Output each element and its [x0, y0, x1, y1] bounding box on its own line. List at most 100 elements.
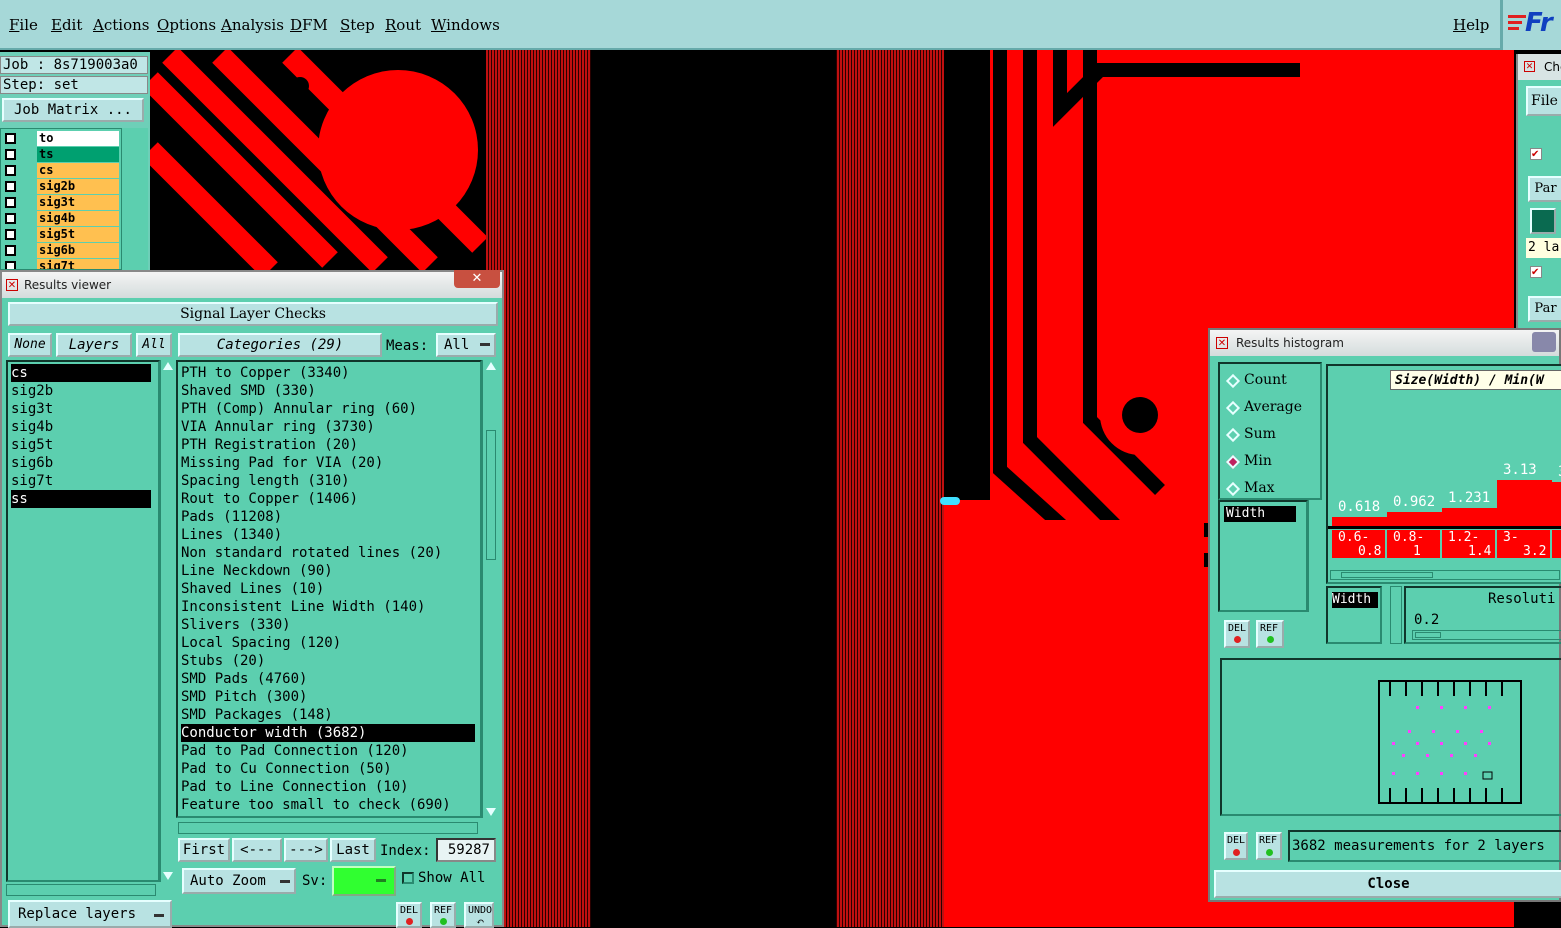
resolution-slider[interactable] [1412, 630, 1561, 640]
category-item[interactable]: SMD Pads (4760) [181, 670, 475, 688]
layer-name[interactable]: sig5t [37, 227, 119, 242]
hist-del-button-2[interactable]: DEL [1224, 832, 1248, 860]
undo-button[interactable]: UNDO ↶ [464, 902, 494, 928]
layer-list-item[interactable]: sig6b [11, 454, 151, 472]
category-item[interactable]: Shaved Lines (10) [181, 580, 475, 598]
layer-checkbox[interactable] [5, 261, 16, 269]
layer-row[interactable]: ts [3, 147, 121, 162]
categories-button[interactable]: Categories (29) [178, 333, 382, 357]
scroll-up-icon[interactable] [163, 362, 173, 370]
close-button[interactable]: Close [1214, 870, 1561, 898]
layer-listbox[interactable]: cs sig2b sig3t sig4b sig5t sig6b sig7t ss [6, 360, 160, 882]
width-scrollbar[interactable] [1390, 586, 1402, 644]
layer-checkbox[interactable] [5, 149, 16, 160]
layer-row[interactable]: sig5t [3, 227, 121, 242]
category-item[interactable]: Feature too small to check (690) [181, 796, 475, 814]
run-icon[interactable] [1530, 208, 1556, 234]
layer-name[interactable]: ts [37, 147, 119, 162]
category-item[interactable]: PTH (Comp) Annular ring (60) [181, 400, 475, 418]
menu-step[interactable]: Step [340, 16, 375, 34]
category-item[interactable]: Pad to Line Connection (10) [181, 778, 475, 796]
index-input[interactable]: 59287 [436, 838, 496, 862]
layer-name[interactable]: sig7t [37, 259, 119, 269]
layer-checkbox[interactable] [5, 181, 16, 192]
layer-list-item[interactable]: sig3t [11, 400, 151, 418]
sv-color-dropdown[interactable] [332, 866, 396, 896]
category-item[interactable]: Pad to Pad Connection (120) [181, 742, 475, 760]
hist-del-button[interactable]: DEL [1224, 620, 1250, 648]
category-item[interactable]: Pad to Cu Connection (50) [181, 760, 475, 778]
first-button[interactable]: First [178, 838, 230, 862]
layer-list-item[interactable]: sig5t [11, 436, 151, 454]
categories-hscroll[interactable] [178, 822, 478, 834]
mode-radio-sum[interactable] [1225, 427, 1241, 443]
meas-dropdown[interactable]: All [436, 333, 496, 357]
scroll-down-icon[interactable] [486, 808, 496, 816]
layer-name[interactable]: to [37, 131, 119, 146]
job-matrix-button[interactable]: Job Matrix ... [2, 98, 144, 122]
layer-list-item[interactable]: sig2b [11, 382, 151, 400]
layer-listbox-hscroll[interactable] [6, 884, 156, 896]
close-icon[interactable]: ✕ [454, 270, 500, 288]
layer-row[interactable]: sig3t [3, 195, 121, 210]
layer-checkbox[interactable] [5, 165, 16, 176]
histogram-bar[interactable] [1442, 507, 1497, 526]
last-button[interactable]: Last [330, 838, 376, 862]
layer-checkbox[interactable] [5, 245, 16, 256]
preview-area[interactable] [1220, 658, 1561, 816]
mode-radio-min[interactable] [1225, 454, 1241, 470]
check-icon[interactable]: ✔ [1530, 266, 1542, 278]
category-item[interactable]: Spacing length (310) [181, 472, 475, 490]
category-item[interactable]: VIA Annular ring (3730) [181, 418, 475, 436]
category-item[interactable]: Conductor width (3682) [181, 724, 475, 742]
layer-name[interactable]: sig6b [37, 243, 119, 258]
layer-row[interactable]: sig7t [3, 259, 121, 269]
layer-row[interactable]: sig6b [3, 243, 121, 258]
par-button-2[interactable]: Par [1528, 296, 1561, 322]
categories-scrollbar[interactable] [482, 360, 498, 818]
signal-layer-checks-header[interactable]: Signal Layer Checks [8, 302, 498, 326]
next-button[interactable]: ---> [284, 838, 328, 862]
show-all-checkbox[interactable] [402, 872, 414, 884]
mode-radio-count[interactable] [1225, 373, 1241, 389]
layer-checkbox[interactable] [5, 197, 16, 208]
mode-radio-max[interactable] [1225, 481, 1241, 497]
all-button[interactable]: All [136, 333, 172, 357]
none-button[interactable]: None [8, 333, 52, 357]
window-button-icon[interactable] [1532, 332, 1556, 352]
menu-rout[interactable]: Rout [385, 16, 421, 34]
layer-checkbox[interactable] [5, 213, 16, 224]
category-item[interactable]: Lines (1340) [181, 526, 475, 544]
layer-list-item[interactable]: sig4b [11, 418, 151, 436]
replace-layers-dropdown[interactable]: Replace layers [8, 900, 172, 928]
auto-zoom-dropdown[interactable]: Auto Zoom [182, 868, 296, 894]
histogram-bar[interactable] [1552, 481, 1561, 526]
layer-list-item[interactable]: sig7t [11, 472, 151, 490]
layer-row[interactable]: cs [3, 163, 121, 178]
layer-list-item[interactable]: ss [11, 490, 151, 508]
category-item[interactable]: SMD Pitch (300) [181, 688, 475, 706]
layer-name[interactable]: sig2b [37, 179, 119, 194]
menu-dfm[interactable]: DFM [290, 16, 328, 34]
width-listbox[interactable]: Width [1326, 586, 1382, 644]
chart-hscroll-thumb[interactable] [1341, 572, 1433, 578]
par-button-1[interactable]: Par [1528, 176, 1561, 202]
field-listbox[interactable]: Width [1218, 500, 1308, 612]
histogram-bar[interactable] [1332, 516, 1387, 526]
histogram-bar[interactable] [1387, 511, 1442, 526]
ref-button[interactable]: REF [430, 902, 456, 928]
results-viewer-titlebar[interactable]: ✕ Results viewer ✕ [2, 270, 502, 298]
layer-name[interactable]: cs [37, 163, 119, 178]
checklist-titlebar[interactable]: ✕ Che [1518, 54, 1561, 80]
hist-ref-button[interactable]: REF [1256, 620, 1284, 648]
category-item[interactable]: Missing Pad for VIA (20) [181, 454, 475, 472]
layer-list-scroll[interactable] [122, 128, 148, 270]
menu-analysis[interactable]: Analysis [221, 16, 284, 34]
menu-edit[interactable]: Edit [51, 16, 82, 34]
histogram-bar[interactable] [1497, 479, 1552, 526]
width-item[interactable]: Width [1332, 592, 1378, 608]
del-button[interactable]: DEL [396, 902, 422, 928]
field-listbox-scrollbar[interactable] [1308, 500, 1322, 612]
category-item[interactable]: Inconsistent Line Width (140) [181, 598, 475, 616]
prev-button[interactable]: <--- [232, 838, 282, 862]
